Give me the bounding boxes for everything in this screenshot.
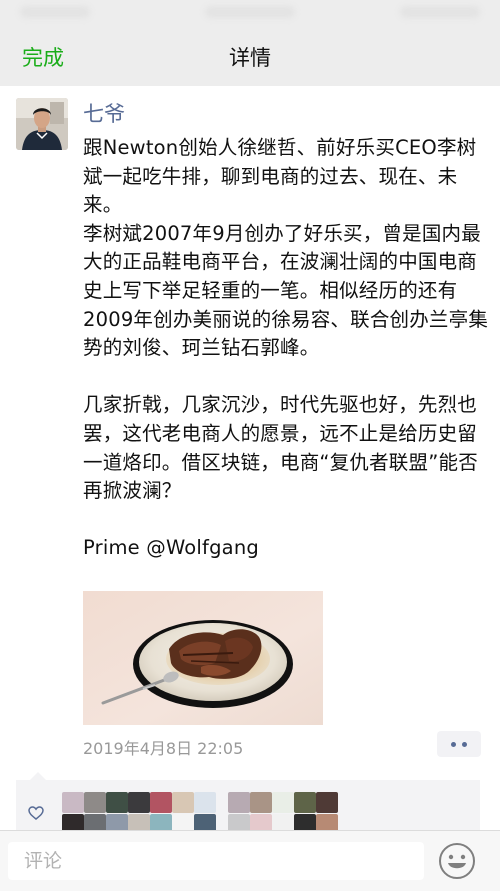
liker-avatar[interactable] [172,792,194,813]
navigation-bar: 完成 详情 [0,28,500,86]
more-actions-button[interactable] [437,731,481,757]
author-name[interactable]: 七爷 [83,98,125,128]
liker-avatar[interactable] [106,792,128,813]
page-title: 详情 [229,46,271,70]
likes-panel-notch [30,772,46,780]
liker-avatar[interactable] [128,792,150,813]
liker-avatar[interactable] [228,792,250,813]
more-dots-icon [451,742,456,747]
liker-avatar[interactable] [250,792,272,813]
author-avatar[interactable] [16,98,68,150]
post-text: 跟Newton创始人徐继哲、前好乐买CEO李树斌一起吃牛排，聊到电商的过去、现在… [83,136,489,560]
more-dots-icon [462,742,467,747]
likes-panel [16,772,480,835]
comment-bar [0,830,500,891]
heart-outline-icon [28,806,44,820]
liker-avatar[interactable] [272,792,294,813]
liker-avatar[interactable] [62,792,84,813]
comment-input[interactable] [8,842,424,880]
emoji-smile-icon[interactable] [437,841,477,881]
liker-avatar[interactable] [194,792,216,813]
liker-avatar[interactable] [294,792,316,813]
liker-avatar[interactable] [316,792,338,813]
post-timestamp: 2019年4月8日 22:05 [83,739,244,758]
status-bar [0,0,500,28]
liker-avatar[interactable] [84,792,106,813]
liker-avatar[interactable] [150,792,172,813]
post-photo[interactable] [83,591,323,725]
